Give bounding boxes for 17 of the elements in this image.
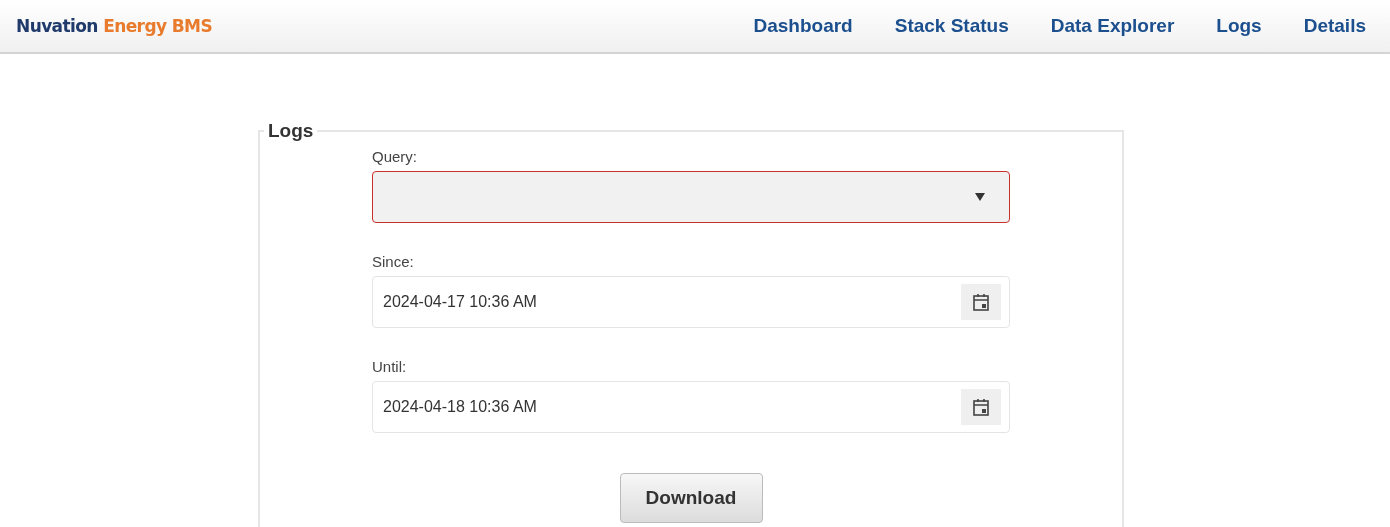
brand-logo: Nuvation Energy BMS: [16, 16, 213, 36]
field-label: Query:: [372, 148, 418, 165]
nav-link[interactable]: Data Explorer: [1050, 15, 1175, 37]
calendar-icon[interactable]: [973, 398, 989, 416]
field-label: Since:: [372, 253, 415, 270]
field-label: Until:: [372, 358, 408, 375]
nav-link[interactable]: Details: [1303, 15, 1366, 37]
query-select[interactable]: [372, 171, 1010, 223]
nav-link[interactable]: Stack Status: [894, 15, 1009, 37]
date-field[interactable]: 2024-04-18 10:36 AM: [372, 381, 1010, 433]
download-button[interactable]: Download: [619, 473, 763, 523]
calendar-icon[interactable]: [973, 293, 989, 311]
panel-title: Logs: [267, 120, 315, 142]
date-field[interactable]: 2024-04-17 10:36 AM: [372, 276, 1010, 328]
caret-icon: [975, 193, 985, 201]
nav-link[interactable]: Dashboard: [753, 15, 853, 37]
nav-link[interactable]: Logs: [1216, 15, 1262, 37]
